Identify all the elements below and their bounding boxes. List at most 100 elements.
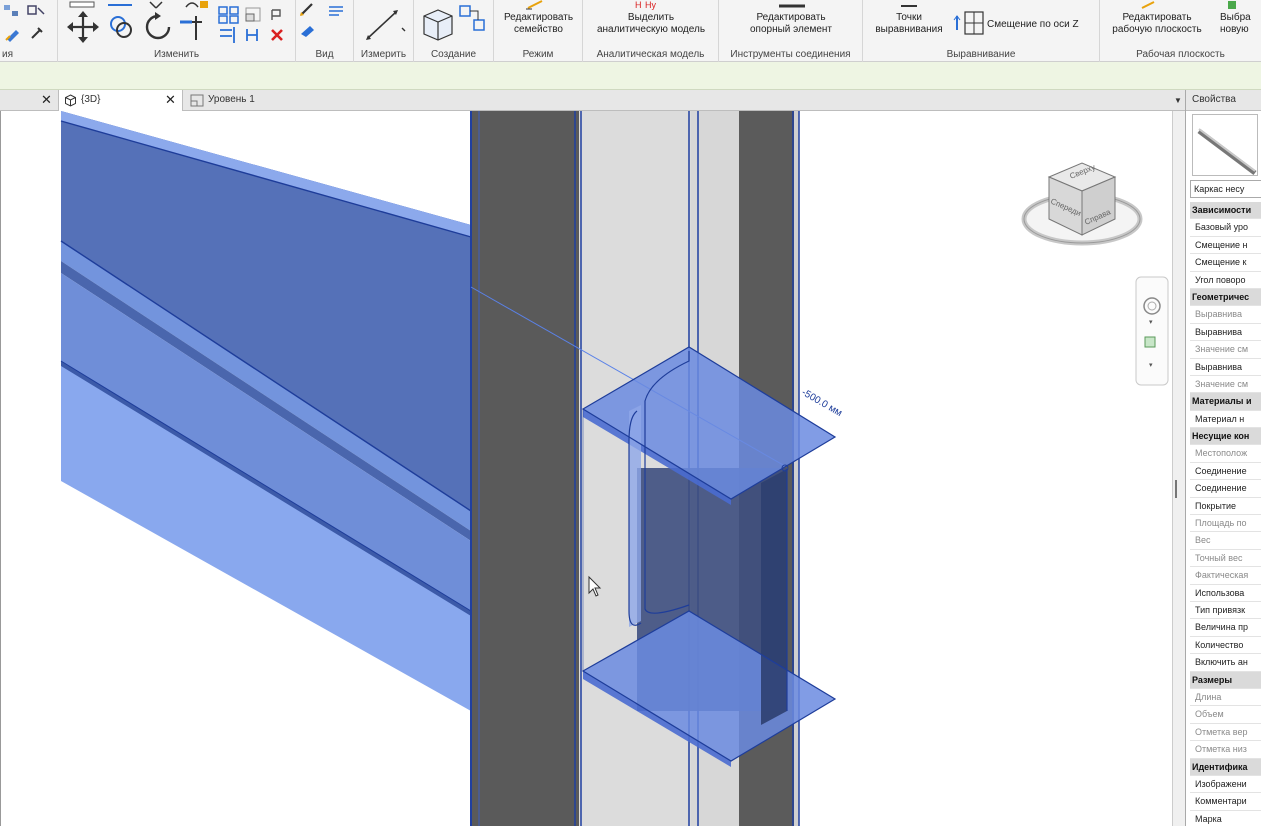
select-analytical-button[interactable]: Выделить аналитическую модель — [583, 12, 719, 36]
properties-row[interactable]: Марка — [1190, 811, 1261, 826]
properties-row: Отметка вер — [1190, 724, 1261, 742]
ribbon-group-workplane: Редактировать рабочую плоскость Выбра но… — [1100, 0, 1261, 62]
properties-row[interactable]: Покрытие — [1190, 498, 1261, 516]
properties-row-category[interactable]: Материалы и — [1190, 393, 1261, 411]
trim-icon[interactable] — [178, 14, 208, 42]
align-icon[interactable] — [68, 0, 98, 10]
split-icon[interactable] — [182, 0, 212, 10]
properties-row[interactable]: Выравнива — [1190, 324, 1261, 342]
properties-row: Вес — [1190, 532, 1261, 550]
properties-row[interactable]: Соединение — [1190, 463, 1261, 481]
select-analytical-line2: аналитическую модель — [596, 24, 706, 35]
scale-icon[interactable] — [244, 6, 264, 24]
extend-icon[interactable] — [218, 26, 240, 44]
offset-dimension-label[interactable]: -500.0 мм — [800, 387, 844, 419]
justification-points-button[interactable]: Точки выравнивания — [869, 12, 949, 36]
ribbon-group-label: Рабочая плоскость — [1136, 49, 1225, 60]
properties-row[interactable]: Использова — [1190, 585, 1261, 602]
panel-menu-icon[interactable]: ▼ — [1174, 96, 1182, 105]
panel-splitter[interactable] — [1175, 480, 1177, 498]
move-icon[interactable] — [66, 10, 100, 44]
z-offset-button[interactable]: Смещение по оси Z — [987, 19, 1079, 31]
properties-row[interactable]: Соединение — [1190, 480, 1261, 498]
properties-row[interactable]: Выравнива — [1190, 359, 1261, 376]
edit-workplane-line2: рабочую плоскость — [1112, 24, 1202, 35]
properties-row[interactable]: Комментари — [1190, 793, 1261, 811]
properties-row-category[interactable]: Идентифика — [1190, 758, 1261, 776]
properties-row: Объем — [1190, 706, 1261, 724]
properties-row: Фактическая — [1190, 567, 1261, 585]
edit-workplane-button[interactable]: Редактировать рабочую плоскость — [1102, 12, 1212, 36]
unpin-icon[interactable] — [244, 26, 266, 44]
create-group-icon[interactable] — [420, 2, 454, 42]
properties-row: Значение см — [1190, 341, 1261, 359]
properties-row: Площадь по — [1190, 515, 1261, 533]
properties-row[interactable]: Базовый уро — [1190, 219, 1261, 237]
pick-new-workplane-icon[interactable] — [1226, 0, 1240, 10]
linework-icon[interactable] — [298, 2, 322, 18]
measure-icon[interactable] — [362, 6, 406, 42]
edit-family-icon[interactable] — [524, 0, 550, 10]
properties-row[interactable]: Смещение к — [1190, 254, 1261, 272]
justification-points-line1: Точки — [896, 12, 922, 23]
workplane-icon[interactable] — [1138, 0, 1160, 10]
nav-down-arrow-2[interactable]: ▾ — [1149, 362, 1153, 369]
diagonal-beam[interactable] — [60, 111, 472, 711]
view-scrollbar[interactable] — [1172, 111, 1185, 826]
pick-new-line1: Выбра — [1220, 12, 1251, 23]
nav-down-arrow[interactable]: ▾ — [1149, 319, 1153, 326]
edit-family-button[interactable]: Редактировать семейство — [494, 12, 583, 36]
properties-row[interactable]: Включить ан — [1190, 654, 1261, 672]
cut-icon[interactable] — [26, 2, 48, 20]
properties-row[interactable]: Тип привязк — [1190, 602, 1261, 620]
array-icon[interactable] — [218, 6, 242, 24]
support-element-icon[interactable] — [777, 0, 807, 10]
close-previous-tab-icon[interactable]: ✕ — [41, 90, 52, 110]
tab-3d-view[interactable]: {3D} ✕ — [58, 90, 183, 111]
properties-row[interactable]: Изображени — [1190, 776, 1261, 794]
type-selector[interactable]: Каркас несу — [1190, 180, 1261, 198]
pin-icon[interactable] — [268, 6, 288, 24]
properties-row[interactable]: Величина пр — [1190, 619, 1261, 637]
mirror-icon[interactable] — [146, 0, 176, 10]
properties-row-category[interactable]: Размеры — [1190, 671, 1261, 689]
properties-row[interactable]: Смещение н — [1190, 237, 1261, 255]
rotate-icon[interactable] — [142, 10, 174, 44]
analytical-model-icon[interactable]: H Hy — [633, 0, 669, 10]
3d-viewport[interactable]: -500.0 мм Сверху Спереди Справа ▾ ▾ — [0, 111, 1172, 826]
properties-row: Местополож — [1190, 445, 1261, 463]
properties-list: Зависимости Базовый уро Смещение н Смеще… — [1190, 202, 1261, 826]
pick-icon[interactable] — [28, 24, 46, 42]
zoom-region-icon[interactable] — [1144, 336, 1156, 348]
properties-row-category[interactable]: Несущие кон — [1190, 428, 1261, 446]
properties-row[interactable]: Угол поворо — [1190, 272, 1261, 289]
create-assembly-icon[interactable] — [458, 2, 488, 42]
justification-points-icon[interactable] — [899, 0, 919, 10]
tab-level-1[interactable]: Уровень 1 — [186, 90, 306, 111]
pick-new-workplane-button[interactable]: Выбра новую — [1220, 12, 1251, 36]
model-scene[interactable]: -500.0 мм Сверху Спереди Справа ▾ ▾ — [1, 111, 1172, 826]
properties-row[interactable]: Материал н — [1190, 411, 1261, 429]
hide-icon[interactable] — [298, 22, 318, 40]
properties-row-category[interactable]: Зависимости — [1190, 202, 1261, 220]
viewcube[interactable]: Сверху Спереди Справа — [1021, 162, 1143, 246]
paint-icon[interactable] — [4, 24, 22, 42]
join-icon[interactable] — [2, 2, 20, 20]
copy-icon[interactable] — [106, 12, 136, 42]
ribbon-group-label: Создание — [430, 49, 477, 60]
svg-text:Hy: Hy — [645, 0, 656, 10]
edit-support-button[interactable]: Редактировать опорный элемент — [719, 12, 863, 36]
beam-preview-icon — [1197, 128, 1257, 175]
tab-label: Уровень 1 — [208, 94, 255, 105]
delete-icon[interactable] — [268, 26, 286, 44]
close-tab-icon[interactable]: ✕ — [165, 90, 176, 110]
properties-row[interactable]: Количество — [1190, 637, 1261, 655]
z-offset-icon[interactable] — [953, 8, 987, 38]
properties-row: Длина — [1190, 689, 1261, 707]
offset-icon[interactable] — [106, 0, 136, 10]
properties-row-category[interactable]: Геометричес — [1190, 288, 1261, 307]
floor-plan-icon — [190, 94, 204, 107]
ribbon-group-label: ия — [2, 49, 14, 60]
graphics-icon[interactable] — [326, 2, 350, 18]
edit-support-line2: опорный элемент — [750, 24, 832, 35]
